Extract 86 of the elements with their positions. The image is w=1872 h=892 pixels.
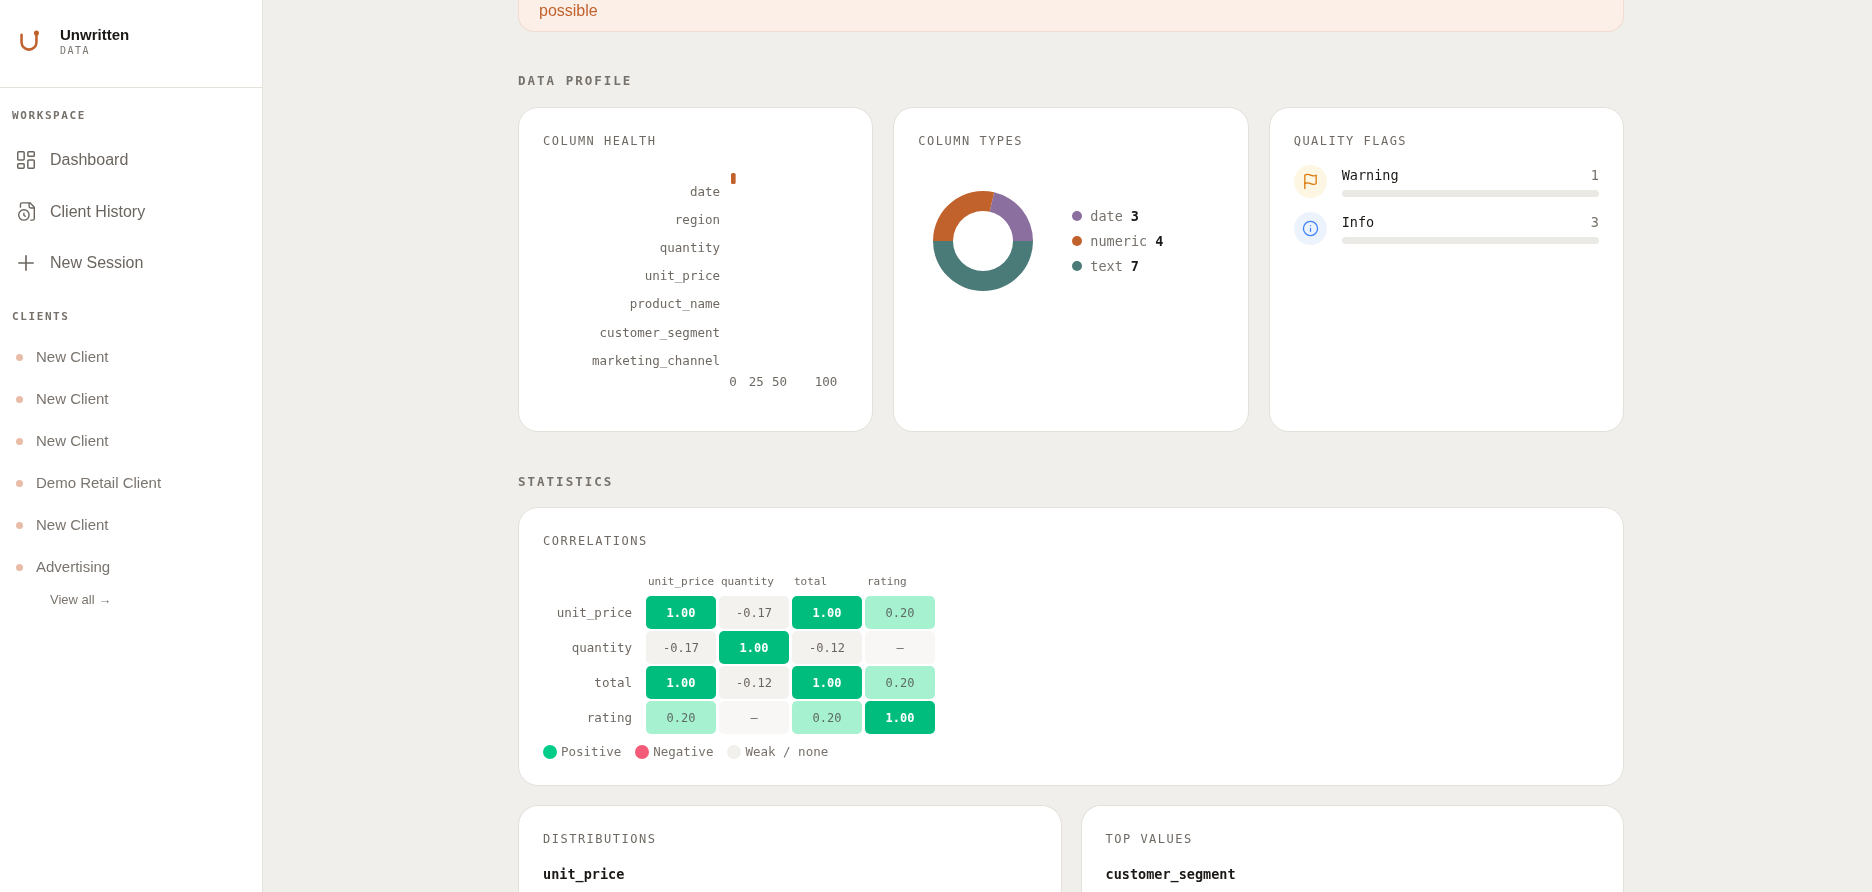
- legend-count: 7: [1130, 257, 1139, 275]
- section-title: DATA PROFILE: [518, 74, 633, 88]
- client-item[interactable]: Advertising: [12, 546, 250, 588]
- matrix-cell: 1.00: [792, 666, 862, 699]
- tick-label: 100: [814, 373, 838, 389]
- matrix-column-header: unit_price: [647, 575, 716, 589]
- flag-label: Info: [1341, 213, 1375, 231]
- client-item[interactable]: New Client: [12, 336, 250, 378]
- matrix-cell: 0.20: [646, 701, 716, 734]
- dot-icon: [16, 479, 23, 487]
- legend-count: 4: [1155, 232, 1164, 250]
- nav-item[interactable]: New Session: [12, 241, 250, 285]
- tick-label: 50: [771, 373, 788, 389]
- view-all-link[interactable]: View all →: [50, 592, 112, 608]
- legend-label: Weak / none: [745, 745, 829, 759]
- matrix-cell: 1.00: [719, 631, 789, 664]
- notice-text: possible: [539, 2, 598, 19]
- section-title: STATISTICS: [518, 475, 614, 489]
- dot-icon: [16, 395, 23, 403]
- nav-item[interactable]: Client History: [12, 189, 250, 234]
- matrix-cell: 0.20: [792, 701, 862, 734]
- matrix-column-header: rating: [866, 575, 908, 589]
- bar: [731, 173, 736, 184]
- matrix-cell: 1.00: [865, 701, 935, 734]
- matrix-cell: —: [865, 631, 935, 664]
- tick-label: 25: [748, 373, 764, 389]
- info-icon: [1293, 212, 1327, 245]
- client-item[interactable]: New Client: [12, 504, 250, 546]
- matrix-cell: 1.00: [646, 596, 716, 629]
- category-label: date: [689, 183, 720, 199]
- section-title: CLIENTS: [12, 310, 70, 324]
- brand-name: Unwritten: [60, 27, 130, 43]
- legend-label: date: [1090, 207, 1123, 225]
- matrix-row-label: quantity: [570, 639, 633, 657]
- card-title: CORRELATIONS: [543, 533, 648, 550]
- category-label: unit_price: [644, 268, 720, 284]
- card-title: QUALITY FLAGS: [1293, 133, 1408, 150]
- matrix-row-label: total: [593, 674, 633, 692]
- legend-count: 3: [1130, 207, 1139, 225]
- flag-count: 3: [1590, 213, 1599, 231]
- dot-icon: [16, 521, 23, 529]
- matrix-cell: 0.20: [865, 596, 935, 629]
- category-label: region: [674, 211, 720, 227]
- tick-label: 0: [729, 373, 737, 389]
- legend-label: text: [1090, 257, 1123, 275]
- card-title: DISTRIBUTIONS: [543, 831, 657, 848]
- dot-icon: [16, 563, 23, 571]
- category-label: marketing_channel: [592, 352, 720, 368]
- legend-label: Negative: [653, 745, 714, 759]
- legend-label: Positive: [561, 745, 622, 759]
- dot-icon: [16, 353, 23, 361]
- matrix-cell: -0.17: [646, 631, 716, 664]
- nav-item[interactable]: Dashboard: [12, 138, 250, 182]
- plus-icon: [18, 255, 34, 271]
- flag-label: Warning: [1341, 166, 1399, 184]
- dashboard-icon: [17, 151, 35, 169]
- matrix-column-header: total: [793, 575, 829, 589]
- matrix-column-header: quantity: [720, 575, 775, 589]
- field-name: unit_price: [543, 866, 625, 882]
- card-title: COLUMN TYPES: [918, 133, 1024, 150]
- client-item[interactable]: New Client: [12, 420, 250, 462]
- client-item[interactable]: New Client: [12, 378, 250, 420]
- matrix-cell: 0.20: [865, 666, 935, 699]
- card-title: TOP VALUES: [1105, 831, 1193, 848]
- matrix-row-label: unit_price: [555, 604, 633, 622]
- document-clock-icon: [17, 202, 35, 221]
- matrix-cell: —: [719, 701, 789, 734]
- section-title: WORKSPACE: [12, 109, 86, 123]
- matrix-cell: -0.17: [719, 596, 789, 629]
- category-label: customer_segment: [599, 324, 720, 340]
- flag-icon: [1293, 165, 1327, 198]
- matrix-row-label: rating: [585, 709, 633, 727]
- matrix-cell: -0.12: [792, 631, 862, 664]
- logo-icon: [19, 30, 39, 51]
- field-name: customer_segment: [1105, 866, 1236, 882]
- dot-icon: [16, 437, 23, 445]
- brand-subtitle: DATA: [60, 45, 92, 57]
- matrix-cell: 1.00: [792, 596, 862, 629]
- flag-count: 1: [1590, 166, 1599, 184]
- category-label: quantity: [659, 239, 720, 255]
- legend-label: numeric: [1090, 232, 1148, 250]
- client-item[interactable]: Demo Retail Client: [12, 462, 250, 504]
- category-label: product_name: [629, 296, 720, 312]
- card-title: COLUMN HEALTH: [543, 133, 657, 150]
- matrix-cell: 1.00: [646, 666, 716, 699]
- matrix-cell: -0.12: [719, 666, 789, 699]
